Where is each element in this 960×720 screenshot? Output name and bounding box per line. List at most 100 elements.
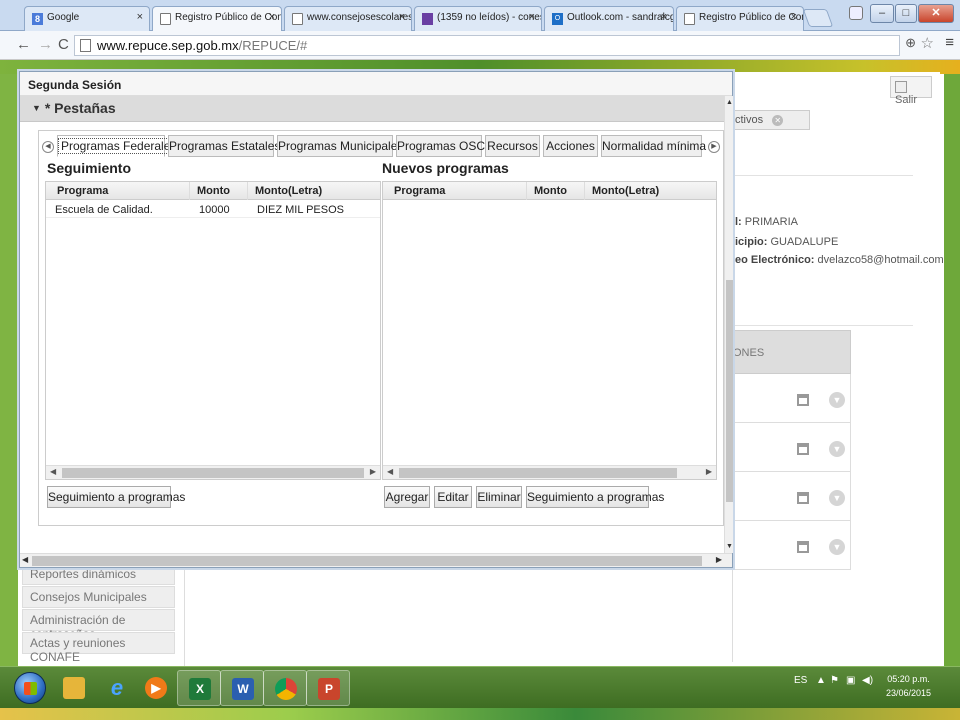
scroll-thumb[interactable] <box>32 556 702 566</box>
taskbar-internet-explorer[interactable]: e <box>95 670 139 706</box>
tab-programas-federales[interactable]: Programas Federales <box>57 135 180 157</box>
browser-tab-outlook[interactable]: O Outlook.com - sandralcg0 × <box>544 6 674 31</box>
seguimiento-title: Seguimiento <box>47 160 132 176</box>
cell-monto-letra: DIEZ MIL PESOS <box>257 204 345 216</box>
background-tab-label: ctivos <box>735 114 764 126</box>
close-icon[interactable]: ✕ <box>772 115 784 126</box>
column-header-programa[interactable]: Programa <box>50 182 190 200</box>
tab-label: Programas Estatales <box>169 139 281 153</box>
page-icon <box>80 39 91 52</box>
reload-icon[interactable]: C <box>58 36 69 53</box>
menu-icon[interactable]: ≡ <box>945 34 954 51</box>
editar-button[interactable]: Editar <box>434 486 472 508</box>
scroll-down-icon[interactable]: ▼ <box>726 543 733 550</box>
close-tab-icon[interactable]: × <box>137 11 143 23</box>
table-row[interactable]: Escuela de Calidad. 10000 DIEZ MIL PESOS <box>46 201 380 218</box>
address-bar[interactable]: www.repuce.sep.gob.mx/REPUCE/# <box>74 35 900 56</box>
tab-programas-estatales[interactable]: Programas Estatales <box>168 135 280 157</box>
browser-tab-title: Google <box>47 12 80 23</box>
sidebar-item-consejos-municipales[interactable]: Consejos Municipales <box>22 586 175 608</box>
zoom-icon[interactable]: ⊕ <box>905 35 916 51</box>
close-window-icon[interactable]: ✕ <box>918 4 954 23</box>
print-icon[interactable] <box>797 394 809 406</box>
volume-icon[interactable]: ◀) <box>862 675 873 686</box>
chevron-down-icon[interactable]: ▼ <box>829 441 845 457</box>
eliminar-button[interactable]: Eliminar <box>476 486 522 508</box>
scroll-thumb[interactable] <box>726 280 733 502</box>
clock-time: 05:20 p.m. <box>887 674 930 684</box>
tab-scroll-right-icon[interactable]: ▶ <box>708 141 720 153</box>
back-icon[interactable]: ← <box>16 36 31 53</box>
browser-tab-consejos[interactable]: www.consejosescolares.se × <box>284 6 412 31</box>
close-tab-icon[interactable]: × <box>269 11 275 23</box>
taskbar-media-player[interactable]: ▶ <box>134 670 178 706</box>
column-header-monto[interactable]: Monto <box>190 182 248 200</box>
show-hidden-icons-icon[interactable]: ▲ <box>816 675 826 686</box>
print-icon[interactable] <box>797 541 809 553</box>
tab-label: Programas OSC <box>397 139 486 153</box>
column-header-programa[interactable]: Programa <box>387 182 527 200</box>
horizontal-scrollbar[interactable]: ◀ ▶ <box>46 465 380 479</box>
print-icon[interactable] <box>797 443 809 455</box>
taskbar-word[interactable]: W <box>220 670 264 706</box>
taskbar-explorer[interactable] <box>52 670 96 706</box>
print-icon[interactable] <box>797 492 809 504</box>
background-tab[interactable]: ctivos ✕ <box>730 110 810 130</box>
sidebar-item-contrasenas[interactable]: Administración de contraseñas <box>22 609 175 641</box>
dialog-horizontal-scrollbar[interactable]: ◀ ▶ <box>20 553 732 567</box>
mail-icon <box>422 13 433 25</box>
sidebar-item-actas[interactable]: Actas y reuniones CONAFE <box>22 632 175 664</box>
tab-normalidad-minima[interactable]: Normalidad mínima <box>601 135 706 157</box>
scroll-up-icon[interactable]: ▲ <box>726 99 733 106</box>
scroll-left-icon[interactable]: ◀ <box>50 467 56 476</box>
scroll-right-icon[interactable]: ▶ <box>706 467 712 476</box>
chevron-down-icon[interactable]: ▼ <box>829 539 845 555</box>
browser-tab-registro-1[interactable]: Registro Público de Conse × <box>152 6 282 32</box>
bookmark-star-icon[interactable]: ☆ <box>921 34 934 52</box>
chevron-down-icon[interactable]: ▼ <box>829 490 845 506</box>
close-tab-icon[interactable]: × <box>791 11 797 23</box>
cell-monto: 10000 <box>199 204 230 216</box>
close-tab-icon[interactable]: × <box>529 11 535 23</box>
start-button[interactable] <box>14 672 46 704</box>
taskbar-excel[interactable]: X <box>177 670 221 706</box>
column-header-monto-letra[interactable]: Monto(Letra) <box>248 182 378 200</box>
network-icon[interactable]: ▣ <box>846 675 855 686</box>
scroll-thumb[interactable] <box>62 468 364 478</box>
column-header-monto[interactable]: Monto <box>527 182 585 200</box>
pestanas-section-header[interactable]: ▼ * Pestañas <box>20 96 724 122</box>
new-tab-button[interactable] <box>802 9 834 27</box>
tab-recursos[interactable]: Recursos <box>485 135 540 157</box>
maximize-icon[interactable]: □ <box>895 4 917 23</box>
browser-tab-mail[interactable]: (1359 no leídos) - conesc × <box>414 6 542 31</box>
close-tab-icon[interactable]: × <box>661 11 667 23</box>
taskbar-powerpoint[interactable]: P <box>306 670 350 706</box>
dialog-vertical-scrollbar[interactable]: ▲ ▼ <box>724 96 733 553</box>
chevron-down-icon[interactable]: ▼ <box>829 392 845 408</box>
tab-programas-municipales[interactable]: Programas Municipales <box>277 135 403 157</box>
tab-programas-osc[interactable]: Programas OSC <box>396 135 486 157</box>
flag-icon[interactable]: ⚑ <box>830 675 839 686</box>
system-clock[interactable]: 05:20 p.m. 23/06/2015 <box>886 672 931 700</box>
scroll-left-icon[interactable]: ◀ <box>22 555 28 564</box>
horizontal-scrollbar[interactable]: ◀ ▶ <box>383 465 716 479</box>
scroll-left-icon[interactable]: ◀ <box>387 467 393 476</box>
scroll-right-icon[interactable]: ▶ <box>370 467 376 476</box>
close-tab-icon[interactable]: × <box>399 11 405 23</box>
tab-scroll-left-icon[interactable]: ◀ <box>42 141 54 153</box>
taskbar-chrome[interactable] <box>263 670 307 706</box>
salir-button[interactable]: Salir <box>890 76 932 106</box>
language-indicator[interactable]: ES <box>794 675 807 686</box>
user-profile-icon[interactable] <box>849 6 863 20</box>
scroll-right-icon[interactable]: ▶ <box>716 555 722 564</box>
tab-acciones[interactable]: Acciones <box>543 135 598 157</box>
forward-icon[interactable]: → <box>38 36 53 53</box>
browser-tab-registro-2[interactable]: Registro Público de Conse × <box>676 6 804 31</box>
nuevos-seguimiento-a-programas-button[interactable]: Seguimiento a programas <box>526 486 664 508</box>
minimize-icon[interactable]: – <box>870 4 894 23</box>
column-header-monto-letra[interactable]: Monto(Letra) <box>585 182 714 200</box>
seguimiento-a-programas-button[interactable]: Seguimiento a programas <box>47 486 185 508</box>
agregar-button[interactable]: Agregar <box>384 486 430 508</box>
browser-tab-google[interactable]: 8 Google × <box>24 6 150 31</box>
scroll-thumb[interactable] <box>399 468 677 478</box>
